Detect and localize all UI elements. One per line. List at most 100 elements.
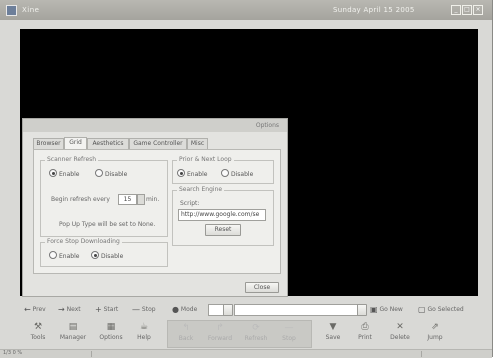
force-stop-disable-label: Disable [101, 253, 124, 260]
manager-label: Manager [59, 334, 87, 341]
go-selected-button[interactable]: ▢ Go Selected [418, 305, 464, 314]
search-engine-group: Search Engine Script: http://www.google.… [172, 186, 274, 246]
close-icon[interactable]: × [473, 5, 483, 15]
help-icon: ☕ [139, 322, 149, 332]
mode-select[interactable] [208, 304, 224, 316]
go-selected-label: Go Selected [427, 306, 464, 313]
scanner-refresh-legend: Scanner Refresh [45, 156, 99, 163]
mode-label: Mode [180, 306, 198, 313]
chevron-down-icon[interactable] [223, 304, 233, 316]
force-stop-disable-radio[interactable]: Disable [91, 251, 123, 260]
interval-stepper[interactable] [137, 194, 145, 205]
prior-next-loop-group: Prior & Next Loop Enable Disable [172, 156, 274, 184]
force-stop-enable-radio[interactable]: Enable [49, 251, 79, 260]
options-button[interactable]: ▦ Options [95, 320, 127, 346]
browser-stop-button[interactable]: — Stop [276, 321, 302, 347]
tools-label: Tools [30, 334, 46, 341]
help-button[interactable]: ☕ Help [131, 320, 157, 346]
minimize-icon[interactable]: _ [451, 5, 461, 15]
forward-icon: ↱ [216, 323, 224, 333]
script-label: Script: [180, 200, 200, 207]
document-icon: ▤ [68, 322, 78, 332]
grid-tab-panel: Scanner Refresh Enable Disable Begin ref… [33, 149, 281, 274]
next-button[interactable]: → Next [58, 305, 81, 314]
print-icon: ⎙ [361, 322, 369, 332]
begin-refresh-label: Begin refresh every [51, 196, 110, 203]
loop-enable-label: Enable [187, 171, 208, 178]
monitor-icon: ▣ [370, 305, 378, 314]
script-url-input[interactable]: http://www.google.com/se [178, 209, 266, 221]
refresh-icon: ⟳ [252, 323, 260, 333]
arrow-left-icon: ← [24, 305, 31, 314]
radio-selected-icon [91, 251, 99, 259]
back-button[interactable]: ↰ Back [174, 321, 198, 347]
start-button[interactable]: + Start [95, 305, 118, 314]
refresh-interval-input[interactable]: 15 [118, 194, 137, 205]
next-label: Next [66, 306, 81, 313]
scanner-disable-label: Disable [105, 171, 128, 178]
go-new-label: Go New [379, 306, 403, 313]
scanner-refresh-group: Scanner Refresh Enable Disable Begin ref… [40, 156, 168, 237]
app-icon[interactable] [6, 5, 17, 16]
back-icon: ↰ [182, 323, 190, 333]
chevron-down-icon[interactable] [357, 304, 367, 316]
popup-note: Pop Up Type will be set to None. [59, 221, 156, 228]
print-label: Print [358, 334, 372, 341]
url-combo-input[interactable] [234, 304, 358, 316]
interval-unit-label: min. [146, 196, 160, 203]
radio-selected-icon [177, 169, 185, 177]
tools-button[interactable]: ⚒ Tools [24, 320, 52, 346]
stop-button[interactable]: — Stop [132, 305, 156, 314]
tools-icon: ⚒ [33, 322, 43, 332]
loop-disable-radio[interactable]: Disable [221, 169, 253, 178]
jump-label: Jump [427, 334, 443, 341]
clock-text: Sunday April 15 2005 [333, 6, 415, 14]
scanner-enable-radio[interactable]: Enable [49, 169, 79, 178]
radio-unselected-icon [221, 169, 229, 177]
jump-button[interactable]: ⇗ Jump [422, 320, 448, 346]
delete-button[interactable]: ✕ Delete [386, 320, 414, 346]
status-text: 1/3 0 % [3, 350, 23, 356]
loop-enable-radio[interactable]: Enable [177, 169, 207, 178]
refresh-button[interactable]: ⟳ Refresh [241, 321, 271, 347]
delete-icon: ✕ [396, 322, 404, 332]
radio-unselected-icon [95, 169, 103, 177]
options-label: Options [99, 334, 123, 341]
outer-scrollbar[interactable] [493, 0, 501, 357]
print-button[interactable]: ⎙ Print [353, 320, 377, 346]
force-stop-legend: Force Stop Downloading [45, 238, 122, 245]
settings-icon: ▦ [106, 322, 116, 332]
dash-icon: — [132, 305, 140, 314]
browser-controls-group: ↰ Back ↱ Forward ⟳ Refresh — Stop [167, 320, 312, 348]
title-bar: Xine Sunday April 15 2005 _ □ × [0, 0, 492, 20]
main-toolbar: ⚒ Tools ▤ Manager ▦ Options ☕ Help ↰ Back ↱ Fo… [20, 320, 492, 348]
maximize-icon[interactable]: □ [462, 5, 472, 15]
forward-button[interactable]: ↱ Forward [204, 321, 236, 347]
mode-button[interactable]: ● Mode [172, 305, 197, 314]
radio-selected-icon [49, 169, 57, 177]
window-icon: ▢ [418, 305, 426, 314]
reset-button[interactable]: Reset [205, 224, 241, 236]
go-new-button[interactable]: ▣ Go New [370, 305, 403, 314]
scanner-disable-radio[interactable]: Disable [95, 169, 127, 178]
radio-unselected-icon [49, 251, 57, 259]
stop-label: Stop [141, 306, 156, 313]
search-engine-legend: Search Engine [177, 186, 225, 193]
manager-button[interactable]: ▤ Manager [56, 320, 90, 346]
options-dialog: Options Browser Grid Aesthetics Game Con… [22, 118, 288, 297]
prev-label: Prev [32, 306, 46, 313]
back-label: Back [178, 335, 194, 342]
force-stop-enable-label: Enable [59, 253, 80, 260]
force-stop-group: Force Stop Downloading Enable Disable [40, 238, 168, 267]
save-button[interactable]: ▼ Save [321, 320, 345, 346]
browser-stop-label: Stop [282, 335, 296, 342]
save-icon: ▼ [329, 322, 337, 332]
help-label: Help [137, 334, 151, 341]
prev-button[interactable]: ← Prev [24, 305, 46, 314]
dialog-title-bar: Options [23, 119, 287, 132]
close-button[interactable]: Close [245, 282, 279, 293]
plus-icon: + [95, 305, 102, 314]
start-label: Start [103, 306, 119, 313]
status-divider [420, 351, 422, 357]
forward-label: Forward [207, 335, 233, 342]
